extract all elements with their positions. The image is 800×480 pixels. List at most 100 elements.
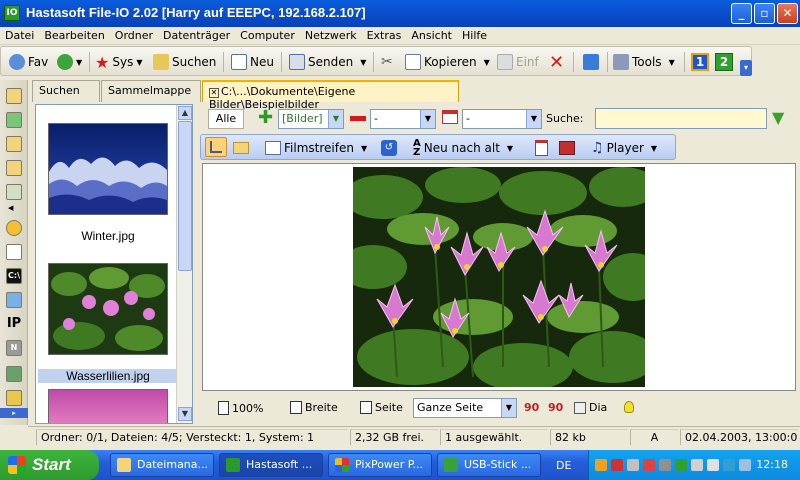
thumbnail-winter[interactable]	[48, 123, 168, 215]
rotate-left-button[interactable]: 90	[524, 401, 539, 414]
tab-suchen[interactable]: Suchen	[32, 80, 100, 102]
filter-all-button[interactable]: Alle	[208, 109, 244, 129]
menu-datentraeger[interactable]: Datenträger	[158, 27, 235, 44]
menu-netzwerk[interactable]: Netzwerk	[300, 27, 362, 44]
start-button[interactable]: Start	[0, 450, 99, 480]
tab-path[interactable]: ✕ C:\...\Dokumente\Eigene Bilder\Beispiel…	[202, 80, 459, 111]
exclude-minus-icon[interactable]	[350, 116, 366, 121]
recycle-button[interactable]	[583, 53, 599, 71]
tree-view-button[interactable]	[205, 137, 227, 157]
task-usb-stick[interactable]: USB-Stick ...	[437, 453, 541, 477]
network-icon[interactable]	[707, 459, 719, 471]
minimize-button[interactable]: _	[731, 3, 752, 24]
fav-button[interactable]: Fav	[9, 53, 48, 71]
menu-hilfe[interactable]: Hilfe	[457, 27, 492, 44]
menu-ansicht[interactable]: Ansicht	[406, 27, 457, 44]
maximize-button[interactable]: ▫	[754, 3, 775, 24]
clock[interactable]: 12:18	[756, 458, 788, 471]
zoom-100-button[interactable]: 100%	[218, 401, 263, 415]
folder-open-icon[interactable]	[6, 160, 22, 176]
drive-icon[interactable]	[6, 184, 22, 200]
include-filter-select[interactable]: [Bilder] ▼	[278, 109, 344, 129]
tray-icon-5[interactable]	[659, 459, 671, 471]
send-button[interactable]: Senden ▼	[289, 53, 366, 71]
console-icon[interactable]: C:\	[6, 268, 22, 284]
rotate-right-button[interactable]: 90	[548, 401, 563, 414]
add-icon[interactable]	[6, 220, 22, 236]
scroll-thumb[interactable]	[178, 121, 192, 271]
refresh-view-button[interactable]: ↺	[381, 139, 397, 157]
date-filter-select[interactable]: - ▼	[462, 109, 542, 129]
tray-icon-10[interactable]	[739, 459, 751, 471]
thumbnail-caption-wasserlilien[interactable]: Wasserlilien.jpg	[38, 369, 178, 383]
task-hastasoft[interactable]: Hastasoft ...	[219, 453, 323, 477]
fit-width-button[interactable]: Breite	[290, 401, 338, 414]
close-tab-icon[interactable]: ✕	[209, 88, 219, 98]
filter-funnel-icon[interactable]: ▼	[772, 109, 790, 127]
pdf-button[interactable]	[535, 139, 548, 157]
menu-computer[interactable]: Computer	[235, 27, 300, 44]
thumbnail-next[interactable]	[48, 389, 168, 423]
image-viewer[interactable]	[202, 163, 796, 391]
menu-extras[interactable]: Extras	[362, 27, 407, 44]
task-pixpower[interactable]: PixPower P...	[328, 453, 432, 477]
toolbar-overflow-button[interactable]: ▾	[740, 60, 752, 76]
exclude-filter-select[interactable]: - ▼	[370, 109, 436, 129]
window-icon[interactable]	[6, 244, 22, 260]
history-button[interactable]: ▼	[57, 53, 82, 71]
search-input[interactable]	[595, 108, 767, 129]
tray-icon-2[interactable]	[611, 459, 623, 471]
tools-button[interactable]: Tools ▼	[613, 53, 675, 71]
menu-datei[interactable]: Datei	[0, 27, 39, 44]
tray-icon-1[interactable]	[595, 459, 607, 471]
fit-page-button[interactable]: Seite	[360, 401, 403, 414]
new-button[interactable]: Neu	[231, 53, 274, 71]
close-button[interactable]: ✕	[777, 3, 798, 24]
zoom-mode-select[interactable]: Ganze Seite ▼	[413, 398, 517, 418]
refresh-icon: ↺	[381, 140, 397, 156]
scroll-up-icon[interactable]: ▲	[178, 106, 192, 120]
tray-icon-7[interactable]	[691, 459, 703, 471]
menu-ordner[interactable]: Ordner	[110, 27, 158, 44]
thumbnail-scrollbar[interactable]: ▲ ▼	[176, 105, 192, 423]
copy-icon[interactable]	[6, 136, 22, 152]
panel-2-button[interactable]: 2	[715, 53, 733, 71]
player-button[interactable]: ♫ Player ▼	[591, 139, 657, 157]
ip-icon[interactable]: IP	[6, 316, 22, 332]
panel-1-button[interactable]: 1	[691, 53, 709, 71]
tray-icon-6[interactable]	[675, 459, 687, 471]
copy-button[interactable]: Kopieren ▼	[405, 53, 490, 71]
bulb-button[interactable]	[624, 401, 634, 413]
network-icon[interactable]	[6, 366, 22, 382]
collapse-left-icon[interactable]: ◀	[8, 204, 13, 212]
export-icon[interactable]	[6, 390, 22, 406]
dia-button[interactable]: Dia	[574, 401, 607, 414]
calendar-icon[interactable]	[442, 110, 458, 124]
tab-sammelmappe[interactable]: Sammelmappe	[101, 80, 201, 102]
include-plus-icon[interactable]: ✚	[258, 109, 274, 127]
thumbnail-caption-winter[interactable]: Winter.jpg	[38, 229, 178, 243]
folder-view-button[interactable]	[233, 139, 249, 157]
tray-icon-9[interactable]	[723, 459, 735, 471]
leftbar-overflow-button[interactable]: ▸	[0, 408, 28, 418]
filmstrip-button[interactable]: Filmstreifen ▼	[265, 139, 367, 157]
menu-bearbeiten[interactable]: Bearbeiten	[39, 27, 109, 44]
sort-button[interactable]: AZ Neu nach alt ▼	[413, 139, 513, 158]
cut-button[interactable]: ✂	[381, 53, 393, 71]
sys-button[interactable]: ★ Sys ▼	[95, 53, 142, 72]
folder-icon[interactable]	[6, 88, 22, 104]
language-indicator[interactable]: DE	[556, 459, 571, 472]
status-free: 2,32 GB frei.	[350, 429, 438, 445]
notes-icon[interactable]: N	[6, 340, 22, 356]
search-button[interactable]: Suchen	[153, 53, 216, 71]
tray-icon-4[interactable]	[643, 459, 655, 471]
slideshow-button[interactable]	[559, 139, 575, 157]
refresh-icon[interactable]	[6, 112, 22, 128]
scroll-down-icon[interactable]: ▼	[178, 407, 192, 421]
paste-button[interactable]: Einf	[497, 53, 539, 71]
windows-icon[interactable]	[6, 292, 22, 308]
thumbnail-wasserlilien[interactable]	[48, 263, 168, 355]
task-dateimanager[interactable]: Dateimana...	[110, 453, 214, 477]
delete-button[interactable]: ✕	[549, 52, 564, 73]
speaker-icon[interactable]	[627, 459, 639, 471]
